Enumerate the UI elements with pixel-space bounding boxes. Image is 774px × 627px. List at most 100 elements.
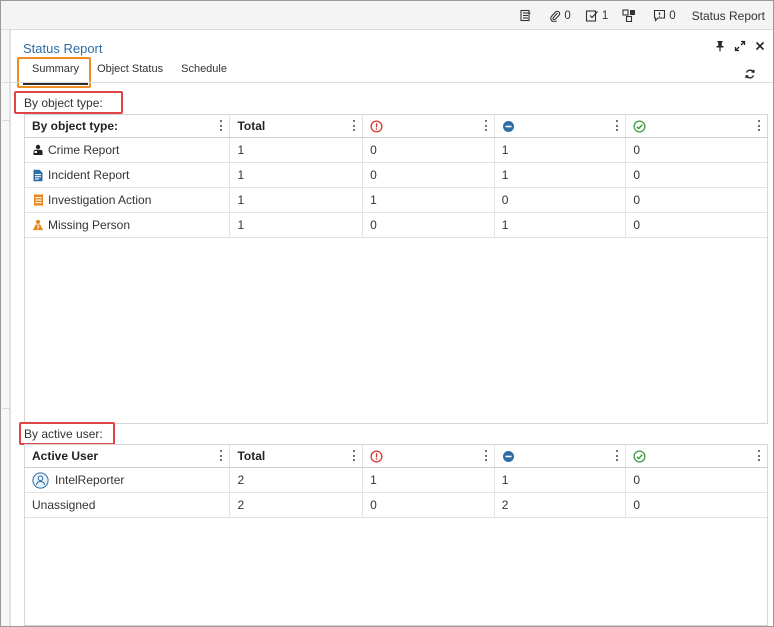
- tabs-divider: [11, 82, 774, 83]
- summary-tab-highlight: [17, 57, 91, 88]
- column-menu-icon[interactable]: [353, 120, 356, 131]
- error-circle-icon: [370, 449, 383, 463]
- check-circle-icon: [633, 119, 646, 133]
- column-header-in-progress[interactable]: [495, 115, 627, 137]
- table-row[interactable]: Unassigned 2 0 2 0: [25, 493, 767, 518]
- row-total: 1: [230, 138, 364, 162]
- row-name: Incident Report: [48, 168, 130, 182]
- column-header-error[interactable]: [363, 115, 495, 137]
- incident-report-icon: [32, 169, 44, 182]
- check-circle-icon: [633, 449, 646, 463]
- user-avatar-icon: [32, 471, 49, 489]
- attachments-button[interactable]: 0: [549, 9, 571, 22]
- row-complete-count: 0: [633, 498, 641, 512]
- row-progress-count: 1: [495, 213, 627, 237]
- top-toolbar: 0 1 0 Status Report: [1, 1, 773, 30]
- status-report-panel: Status Report Summary Object Status Sche…: [10, 30, 774, 626]
- object-type-highlight: [14, 91, 123, 114]
- row-complete-count: 0: [633, 193, 641, 207]
- crime-report-icon: [32, 144, 44, 157]
- row-error-count: 0: [363, 163, 495, 187]
- expand-icon: [734, 40, 746, 52]
- comment-alert-icon: [654, 9, 666, 22]
- column-header-object-type[interactable]: By object type:: [25, 115, 231, 137]
- maximize-button[interactable]: [734, 40, 746, 52]
- pin-button[interactable]: [715, 40, 725, 52]
- row-name: Missing Person: [48, 218, 131, 232]
- active-user-table: Active User Total IntelReporter 2 1 1 0 …: [24, 444, 768, 626]
- comments-button[interactable]: 0: [653, 9, 676, 22]
- row-total: 1: [230, 163, 364, 187]
- investigation-action-icon: [32, 194, 44, 207]
- row-name: Investigation Action: [48, 193, 152, 207]
- row-error-count: 1: [363, 188, 495, 212]
- status-report-button[interactable]: Status Report: [692, 9, 765, 23]
- table-row[interactable]: Incident Report 1 0 1 0: [25, 163, 767, 188]
- in-progress-circle-icon: [502, 120, 514, 132]
- row-name: Crime Report: [48, 143, 120, 157]
- close-button[interactable]: [755, 41, 765, 51]
- row-total: 2: [230, 493, 364, 517]
- column-header-in-progress[interactable]: [495, 445, 627, 467]
- row-total: 1: [230, 213, 364, 237]
- panel-actions: [715, 40, 765, 52]
- row-complete-count: 0: [633, 473, 641, 487]
- table-header: By object type: Total: [25, 115, 767, 138]
- table-header: Active User Total: [25, 445, 767, 468]
- comments-count: 0: [669, 9, 676, 22]
- row-name: IntelReporter: [55, 473, 125, 487]
- column-menu-icon[interactable]: [616, 120, 619, 131]
- column-menu-icon[interactable]: [220, 450, 223, 461]
- table-row[interactable]: ? Missing Person 1 0 1 0: [25, 213, 767, 238]
- relationships-icon: [622, 9, 636, 22]
- row-progress-count: 1: [495, 468, 627, 492]
- error-circle-icon: [370, 119, 383, 133]
- missing-person-icon: ?: [32, 219, 44, 232]
- table-row[interactable]: Crime Report 1 0 1 0: [25, 138, 767, 163]
- row-error-count: 0: [363, 493, 495, 517]
- pin-icon: [716, 41, 724, 52]
- refresh-icon: [745, 69, 755, 79]
- row-total: 1: [230, 188, 364, 212]
- table-row[interactable]: IntelReporter 2 1 1 0: [25, 468, 767, 493]
- refresh-button[interactable]: [744, 68, 756, 83]
- column-menu-icon[interactable]: [757, 450, 761, 461]
- row-name: Unassigned: [32, 498, 96, 512]
- tasks-count: 1: [601, 9, 609, 22]
- attachments-count: 0: [564, 9, 571, 22]
- column-menu-icon[interactable]: [353, 450, 356, 461]
- background-app-edge: [1, 30, 10, 626]
- column-header-error[interactable]: [363, 445, 495, 467]
- table-row[interactable]: Investigation Action 1 1 0 0: [25, 188, 767, 213]
- paperclip-icon: [550, 10, 561, 22]
- close-icon: [755, 41, 765, 51]
- tasks-button[interactable]: 1: [585, 9, 608, 22]
- row-complete-count: 0: [633, 168, 641, 182]
- row-error-count: 0: [363, 138, 495, 162]
- panel-title: Status Report: [23, 41, 103, 56]
- row-progress-count: 1: [495, 163, 627, 187]
- row-complete-count: 0: [633, 143, 641, 157]
- column-menu-icon[interactable]: [616, 450, 619, 461]
- notes-icon: [520, 9, 531, 22]
- column-menu-icon[interactable]: [484, 120, 488, 131]
- row-progress-count: 0: [495, 188, 627, 212]
- column-header-active-user[interactable]: Active User: [25, 445, 231, 467]
- svg-text:?: ?: [36, 226, 39, 231]
- column-header-total[interactable]: Total: [230, 115, 364, 137]
- row-error-count: 0: [363, 213, 495, 237]
- relationships-button[interactable]: [622, 9, 639, 22]
- notes-button[interactable]: [519, 9, 535, 22]
- row-complete-count: 0: [633, 218, 641, 232]
- in-progress-circle-icon: [502, 450, 514, 462]
- column-menu-icon[interactable]: [220, 120, 223, 131]
- column-menu-icon[interactable]: [484, 450, 488, 461]
- row-progress-count: 2: [495, 493, 627, 517]
- column-header-total[interactable]: Total: [230, 445, 364, 467]
- column-menu-icon[interactable]: [757, 120, 761, 131]
- column-header-complete[interactable]: [626, 115, 767, 137]
- column-header-complete[interactable]: [626, 445, 767, 467]
- object-type-table: By object type: Total Crime Report 1 0 1…: [24, 114, 768, 424]
- row-error-count: 1: [363, 468, 495, 492]
- active-user-highlight: [19, 422, 115, 445]
